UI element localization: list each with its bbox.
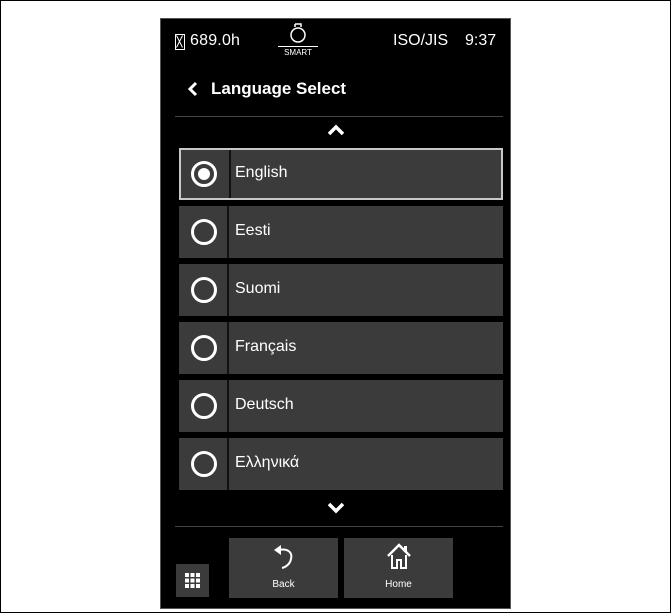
radio-area [179,264,229,316]
radio-area [179,206,229,258]
device-screen: 689.0h SMART ISO/JIS 9:37 Language Selec… [160,18,511,609]
radio-area [179,322,229,374]
language-list: English Eesti Suomi Français Deutsch Ελλ… [179,148,503,496]
language-option-suomi[interactable]: Suomi [179,264,503,316]
chevron-up-icon[interactable] [326,123,346,142]
language-label: Eesti [235,222,271,239]
language-option-eesti[interactable]: Eesti [179,206,503,258]
radio-area [179,438,229,490]
radio-button[interactable] [191,219,217,245]
radio-button[interactable] [191,393,217,419]
page-title: Language Select [211,79,347,98]
smart-label: SMART [278,46,318,57]
language-label: Suomi [235,280,281,297]
radio-dot [198,168,210,180]
menu-button[interactable] [176,564,209,597]
divider [175,116,503,117]
radio-button[interactable] [191,277,217,303]
undo-arrow-icon [271,542,297,577]
radio-area [181,150,231,198]
fuel-standard: ISO/JIS [393,32,449,49]
language-label: Deutsch [235,396,294,413]
smart-mode-indicator: SMART [278,21,318,61]
home-label: Home [385,579,412,590]
chevron-down-icon[interactable] [326,501,346,520]
language-option-deutsch[interactable]: Deutsch [179,380,503,432]
divider [175,526,503,527]
language-option-francais[interactable]: Français [179,322,503,374]
smart-mode-icon [290,23,306,43]
hour-meter-value: 689.0h [190,32,241,49]
home-button[interactable]: Home [344,538,453,598]
language-label: Ελληνικά [235,454,300,471]
back-label: Back [272,579,295,590]
home-icon [386,542,412,577]
title-row: Language Select [161,75,510,105]
hourglass-icon [175,34,185,50]
radio-button-selected[interactable] [191,161,217,187]
radio-button[interactable] [191,335,217,361]
grid-menu-icon [185,573,200,588]
radio-area [179,380,229,432]
language-label: English [235,164,288,181]
language-option-greek[interactable]: Ελληνικά [179,438,503,490]
clock: 9:37 [465,32,497,49]
chevron-left-icon[interactable] [187,81,199,102]
back-button[interactable]: Back [229,538,338,598]
status-bar: 689.0h SMART ISO/JIS 9:37 [161,19,510,65]
language-label: Français [235,338,297,355]
language-option-english[interactable]: English [179,148,503,200]
radio-button[interactable] [191,451,217,477]
